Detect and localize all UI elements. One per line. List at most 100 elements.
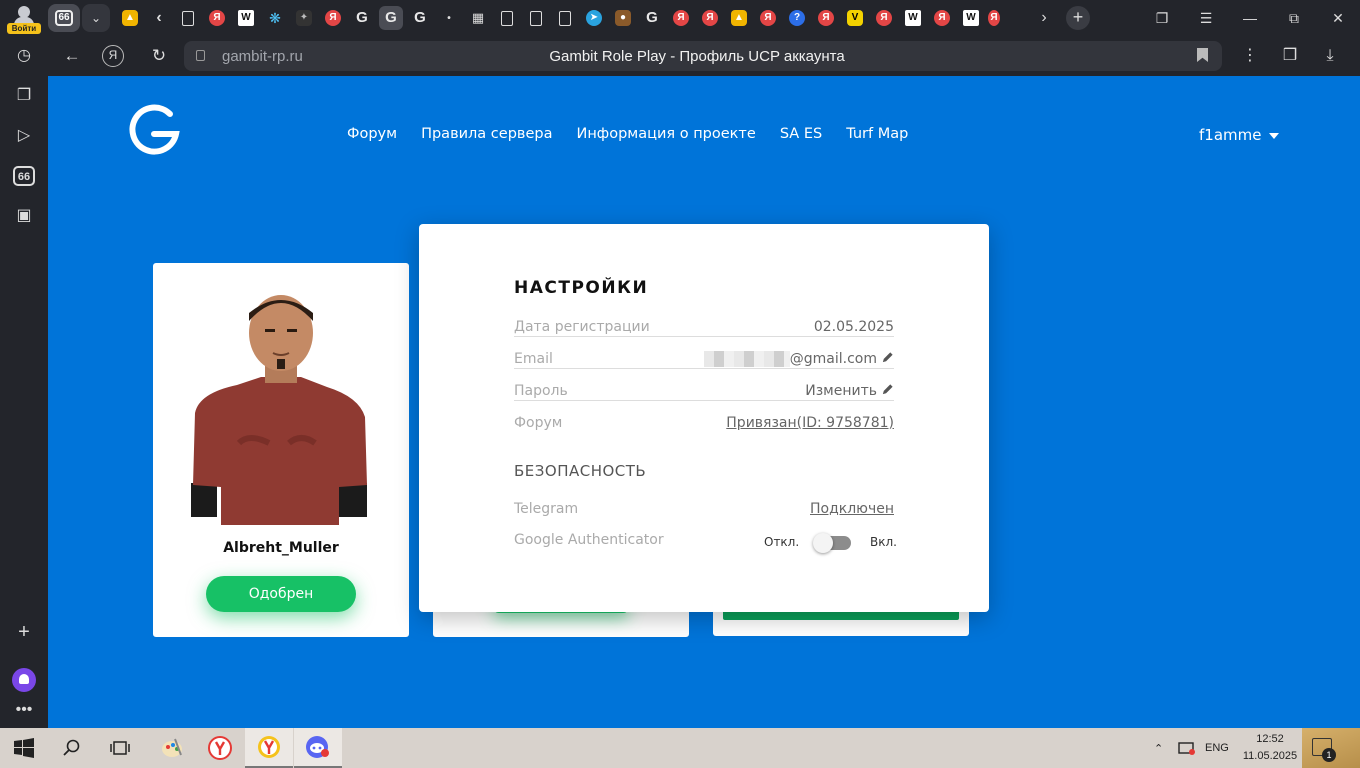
screenshot-icon[interactable]: ▣ [12,204,36,228]
tab-favicon-photo-icon[interactable]: ● [611,6,635,30]
tab-favicon-puzzle-icon[interactable]: ✦ [292,6,316,30]
tray-overflow-icon[interactable]: ⌃ [1154,728,1163,768]
windows-taskbar: ⌃ ENG 12:52 11.05.2025 [0,728,1360,768]
nav-project-info[interactable]: Информация о проекте [576,126,755,142]
yandex-browser-active-icon [258,736,280,758]
tab-favicon-dot-icon[interactable]: • [437,6,461,30]
gambit-logo[interactable] [126,104,182,160]
history-icon[interactable]: ◷ [12,44,36,68]
taskbar-yandex-browser[interactable] [196,728,244,768]
tab-favicon-question-icon[interactable]: ? [785,6,809,30]
system-clock[interactable]: 12:52 11.05.2025 [1240,731,1300,765]
tab-favicon-image-icon[interactable]: ▲ [727,6,751,30]
tab-favicon-grid-icon[interactable]: ▦ [466,6,490,30]
url-field[interactable]: gambit-rp.ru Gambit Role Play - Профиль … [184,41,1222,71]
sidebar-badge-icon[interactable]: 66 [13,166,35,186]
telegram-connected-link[interactable]: Подключен [806,501,894,517]
edit-email-pencil-icon[interactable] [881,351,894,364]
google-authenticator-toggle[interactable] [813,533,851,553]
taskbar-discord[interactable] [294,728,342,768]
tabs-scroll-right-icon[interactable]: › [1036,6,1052,30]
collections-sidebar-icon[interactable]: ❐ [12,84,36,108]
tab-favicon-v-icon[interactable]: V [843,6,867,30]
tab-favicon-yandex-icon[interactable]: Я [814,6,838,30]
tab-favicon-doc-icon[interactable] [495,6,519,30]
collections-icon[interactable]: ❐ [1140,0,1184,36]
tab-favicon-yandex-icon[interactable]: Я [698,6,722,30]
tab-favicon-yandex-icon[interactable]: Я [205,6,229,30]
registration-date-row: Дата регистрации 02.05.2025 [514,319,894,339]
nav-server-rules[interactable]: Правила сервера [421,126,552,142]
menu-icon[interactable]: ☰ [1184,0,1228,36]
tab-favicon-yandex-icon[interactable]: Я [872,6,896,30]
close-button[interactable]: ✕ [1316,0,1360,36]
forum-row: Форум Привязан(ID: 9758781) [514,415,894,435]
language-indicator[interactable]: ENG [1205,728,1229,768]
approved-status-button[interactable]: Одобрен [206,576,356,612]
reader-mode-icon[interactable]: ❒ [1270,42,1310,70]
browser-sidebar: ◷ ❐ ▷ 66 ▣ + ••• [0,36,48,728]
taskbar-paint-app[interactable] [148,728,196,768]
change-password-link[interactable]: Изменить [805,383,877,399]
search-button[interactable] [48,728,96,768]
username: f1amme [1199,126,1262,144]
tab-favicon-yandex-icon[interactable]: Я [321,6,345,30]
alice-assistant-icon[interactable] [12,668,36,692]
toggle-knob [813,533,833,553]
tab-favicon-gambit-icon[interactable]: G [408,6,432,30]
task-view-button[interactable] [96,728,144,768]
character-name: Albreht_Muller [223,540,339,556]
start-button[interactable] [0,728,48,768]
add-panel-icon[interactable]: + [12,620,36,644]
nav-turf-map[interactable]: Turf Map [846,126,908,142]
tab-favicon-back-icon[interactable]: ‹ [147,6,171,30]
browser-tab-strip: Войти 66 ⌄ ▲ ‹ Я W ❋ ✦ Я G G G • ▦ ➤ ● G… [0,0,1360,36]
new-tab-button[interactable]: + [1066,6,1090,30]
more-options-icon[interactable]: ••• [12,698,36,722]
tabs-dropdown-button[interactable]: ⌄ [82,4,110,32]
network-icon[interactable] [1178,728,1196,768]
clock-date: 11.05.2025 [1242,750,1298,762]
yandex-home-button[interactable]: Я [102,45,124,67]
yandex-browser-icon [208,736,232,760]
taskbar-yandex-browser-active[interactable] [245,728,293,768]
nav-sa-es[interactable]: SA ES [780,126,822,142]
tab-favicon-gambit-icon[interactable]: G [350,6,374,30]
kebab-menu-icon[interactable]: ⋮ [1230,42,1270,70]
video-play-icon[interactable]: ▷ [12,124,36,148]
edit-password-pencil-icon[interactable] [881,383,894,396]
download-icon[interactable]: ⤓ [1310,42,1350,70]
tab-favicon-doc-icon[interactable] [176,6,200,30]
tab-favicon-gambit-icon[interactable]: G [640,6,664,30]
discord-icon [306,736,329,758]
windows-logo-icon [14,738,34,758]
web-page: Форум Правила сервера Информация о проек… [48,76,1360,728]
tab-favicon-yandex-icon[interactable]: Я [669,6,693,30]
reload-button[interactable]: ↻ [145,42,173,70]
tab-favicon-wiki-icon[interactable]: W [959,6,983,30]
back-button[interactable]: ← [58,42,86,70]
tab-favicon-yandex-icon[interactable]: Я [756,6,780,30]
user-menu[interactable]: f1amme [1199,126,1280,144]
nav-forum[interactable]: Форум [347,126,397,142]
restore-button[interactable]: ⧉ [1272,0,1316,36]
minimize-button[interactable]: — [1228,0,1272,36]
tab-favicon-yandex-icon[interactable]: Я [988,6,1000,30]
tab-favicon-yandex-icon[interactable]: Я [930,6,954,30]
profile-button[interactable]: Войти [4,2,44,34]
tab-favicon-spark-icon[interactable]: ❋ [263,6,287,30]
tab-group-button[interactable]: 66 [48,4,80,32]
tab-favicon-doc-icon[interactable] [553,6,577,30]
forum-linked-link[interactable]: Привязан(ID: 9758781) [722,415,894,431]
tab-favicon-wiki-icon[interactable]: W [234,6,258,30]
email-label: Email [514,351,557,367]
tab-favicon-doc-icon[interactable] [524,6,548,30]
tab-favicon-telegram-icon[interactable]: ➤ [582,6,606,30]
search-icon [63,739,80,756]
tab-favicon-wiki-icon[interactable]: W [901,6,925,30]
task-view-icon [110,741,130,755]
tab-favicon-gambit-current-icon[interactable]: G [379,6,403,30]
forum-label: Форум [514,415,567,431]
email-row: Email @gmail.com [514,351,894,371]
tab-favicon-image-icon[interactable]: ▲ [118,6,142,30]
